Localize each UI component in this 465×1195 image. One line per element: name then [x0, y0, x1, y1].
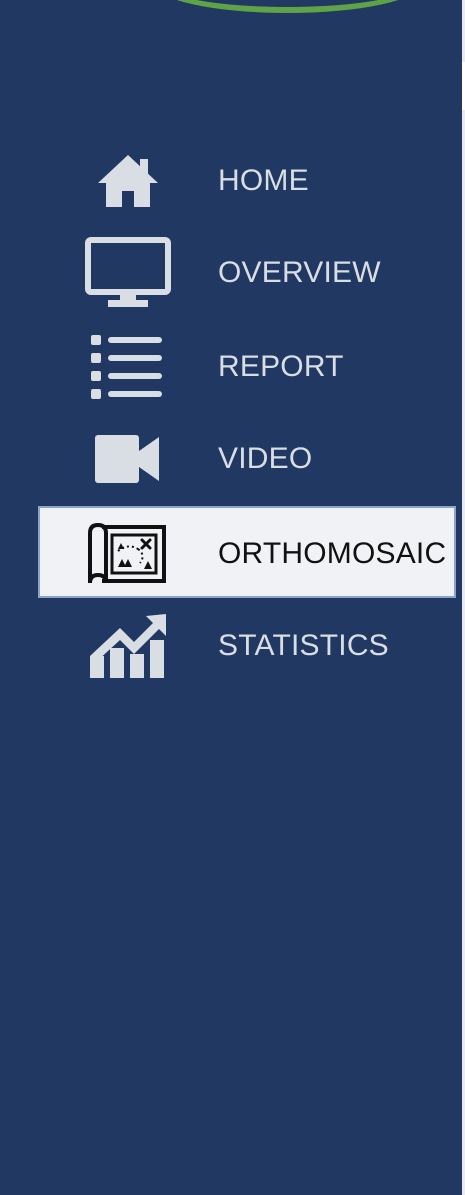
monitor-icon: [82, 237, 174, 307]
logo: [155, 0, 420, 13]
nav-item-statistics[interactable]: STATISTICS: [38, 600, 456, 692]
map-icon: [82, 520, 174, 588]
nav-item-label: STATISTICS: [218, 629, 389, 662]
nav-item-home[interactable]: HOME: [38, 135, 456, 227]
nav-item-orthomosaic[interactable]: ORTHOMOSAIC: [38, 506, 456, 598]
list-icon: [82, 333, 174, 401]
nav-item-overview[interactable]: OVERVIEW: [38, 227, 456, 319]
nav-item-video[interactable]: VIDEO: [38, 413, 456, 505]
nav-item-label: HOME: [218, 164, 309, 197]
nav-item-label: ORTHOMOSAIC: [218, 537, 447, 570]
chart-growth-icon: [82, 612, 174, 680]
nav-item-label: REPORT: [218, 350, 344, 383]
video-camera-icon: [82, 425, 174, 493]
home-icon: [82, 147, 174, 215]
nav-item-label: OVERVIEW: [218, 256, 381, 289]
nav-item-label: VIDEO: [218, 442, 313, 475]
nav-item-report[interactable]: REPORT: [38, 321, 456, 413]
sidebar: HOME OVERVIEW REPORT VIDEO ORTHOMOSAIC S…: [0, 0, 462, 1195]
